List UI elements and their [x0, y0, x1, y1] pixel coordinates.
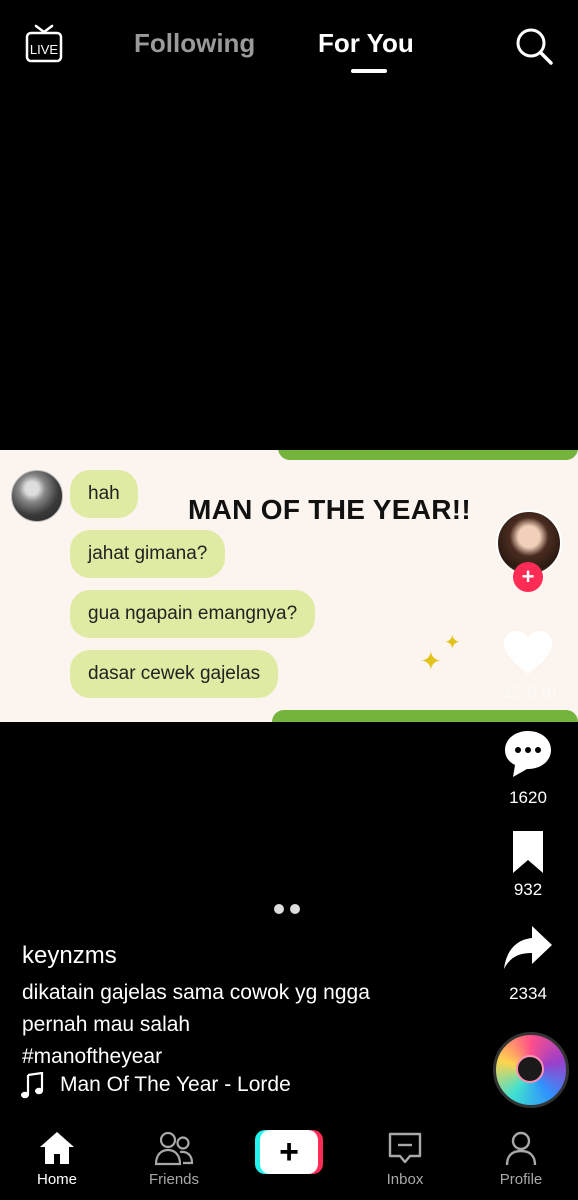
home-icon: [40, 1132, 74, 1164]
bookmark-icon[interactable]: [510, 830, 546, 874]
live-tv-icon[interactable]: LIVE: [24, 24, 64, 66]
follow-button[interactable]: +: [513, 562, 543, 592]
inbox-icon: [388, 1132, 422, 1164]
caption-line: pernah mau salah: [22, 1013, 191, 1036]
video-title-overlay: MAN OF THE YEAR!!: [188, 494, 472, 525]
chat-bubble: jahat gimana?: [70, 530, 226, 578]
tab-for-you[interactable]: For You: [318, 28, 414, 59]
music-disc-center: [516, 1055, 544, 1083]
tab-following[interactable]: Following: [134, 28, 255, 59]
nav-friends[interactable]: Friends: [129, 1118, 219, 1200]
nav-inbox-label: Inbox: [386, 1171, 424, 1188]
share-count: 2334: [509, 984, 547, 1003]
comment-count: 1620: [509, 788, 547, 807]
bookmark-count: 932: [513, 880, 543, 899]
nav-home[interactable]: Home: [12, 1118, 102, 1200]
creator-username[interactable]: keynzms: [22, 942, 117, 970]
nav-inbox[interactable]: Inbox: [360, 1118, 450, 1200]
search-icon[interactable]: [514, 26, 554, 66]
comment-icon[interactable]: [503, 729, 553, 779]
pager-dot: [274, 904, 284, 914]
caption-line: dikatain gajelas sama cowok yg ngga: [22, 981, 370, 1004]
share-icon[interactable]: [502, 924, 554, 972]
nav-profile[interactable]: Profile: [476, 1118, 566, 1200]
post-caption: dikatain gajelas sama cowok yg ngga pern…: [22, 977, 452, 1073]
nav-friends-label: Friends: [148, 1171, 200, 1188]
music-title[interactable]: Man Of The Year - Lorde: [60, 1073, 291, 1097]
create-button[interactable]: +: [255, 1130, 323, 1174]
pager-dot: [290, 904, 300, 914]
sparkle-icon: ✦: [420, 646, 442, 676]
active-tab-indicator: [351, 69, 387, 73]
plus-icon: +: [260, 1130, 318, 1174]
top-bar: LIVE Following For You: [0, 0, 578, 90]
video-green-bar: [278, 450, 578, 460]
sparkle-icon: ✦: [444, 632, 461, 654]
like-count: 12,6 rb: [503, 683, 557, 702]
chat-bubble: dasar cewek gajelas: [70, 650, 279, 698]
video-chat-avatar: [11, 470, 63, 522]
hashtag-link[interactable]: #manoftheyear: [22, 1041, 452, 1073]
heart-icon[interactable]: [503, 630, 553, 675]
video-green-bar: [272, 710, 578, 722]
music-note-icon: [21, 1072, 44, 1099]
nav-profile-label: Profile: [499, 1171, 543, 1188]
friends-icon: [154, 1131, 194, 1166]
live-label: LIVE: [30, 42, 59, 57]
music-disc[interactable]: [493, 1032, 569, 1108]
profile-icon: [505, 1131, 537, 1166]
nav-home-label: Home: [36, 1171, 77, 1188]
video-player[interactable]: hah jahat gimana? gua ngapain emangnya? …: [0, 450, 578, 722]
chat-bubble: gua ngapain emangnya?: [70, 590, 316, 638]
chat-bubble: hah: [70, 470, 138, 518]
bottom-nav: Home Friends + Inbox Profile: [0, 1118, 578, 1200]
